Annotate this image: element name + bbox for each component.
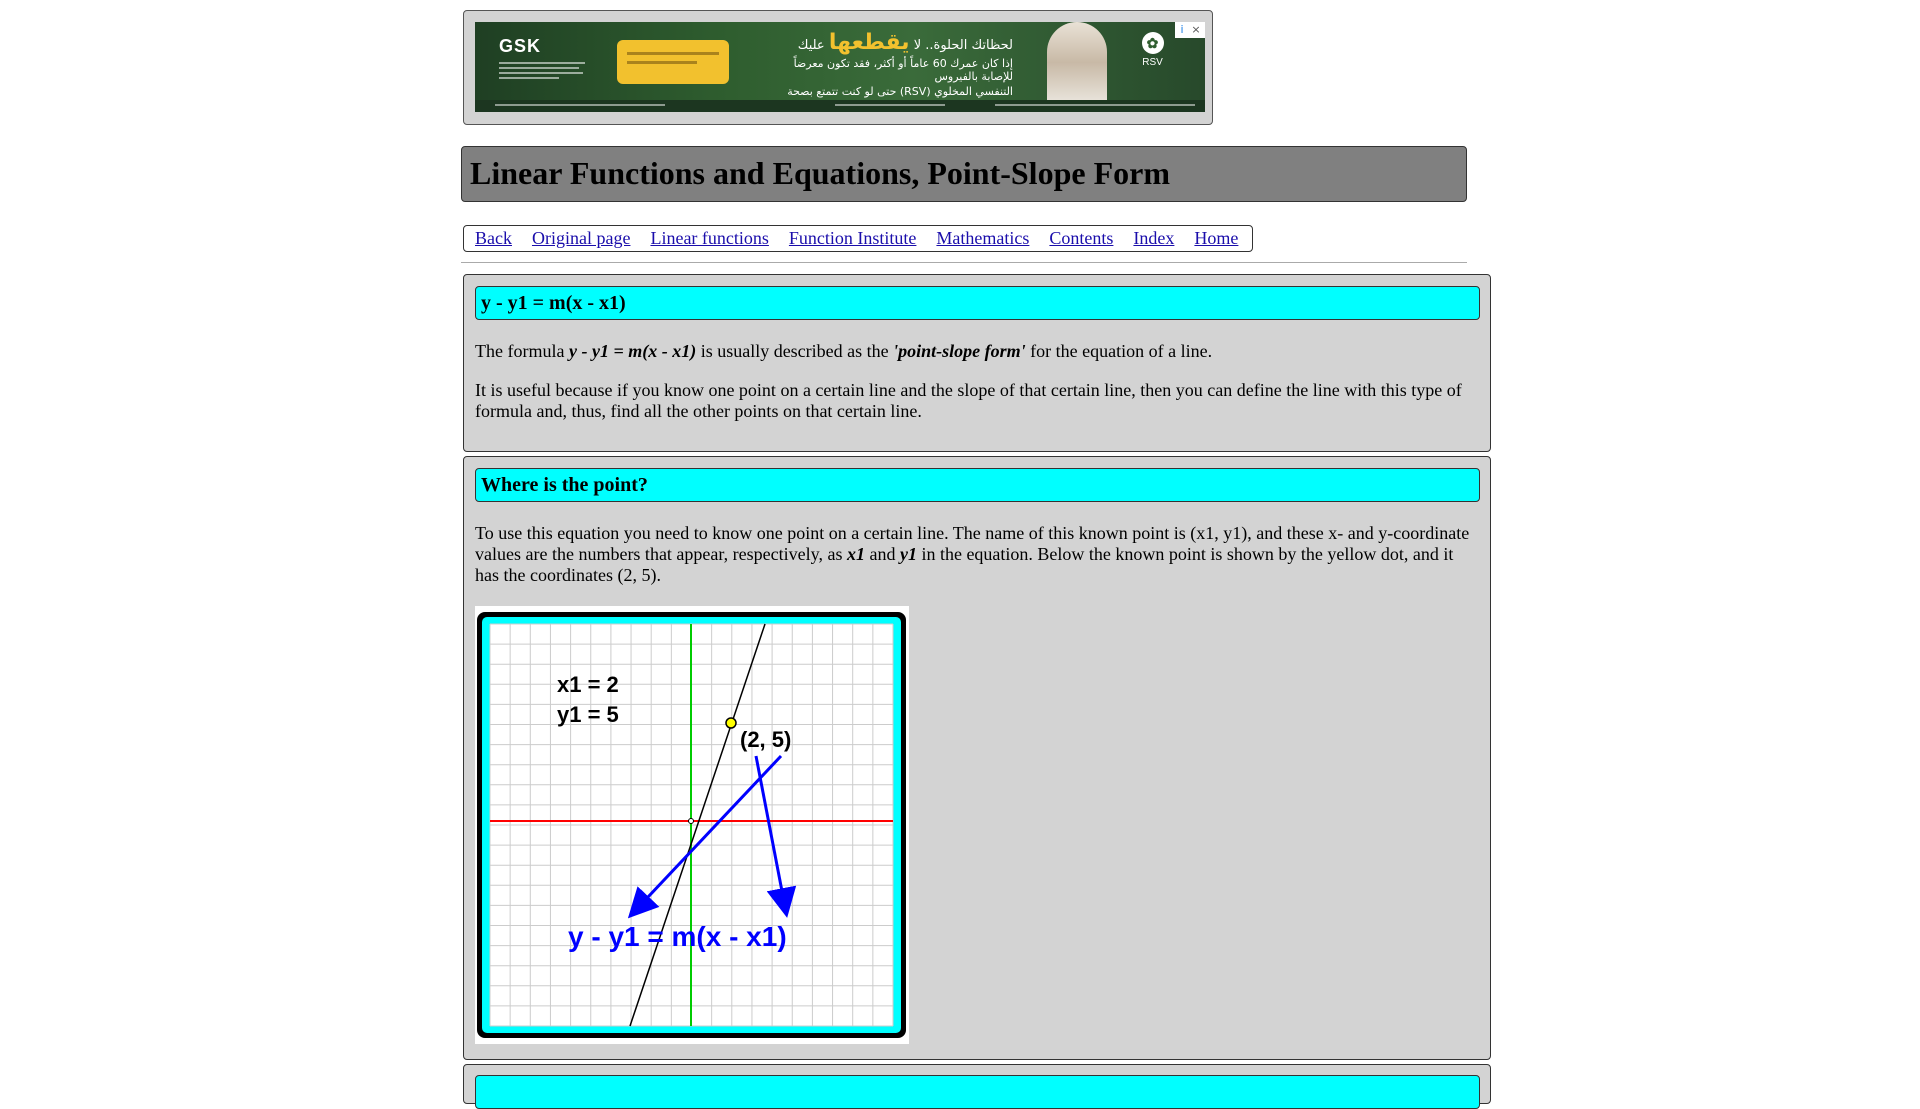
section-heading: y - y1 = m(x - x1) (481, 292, 626, 314)
paragraph: It is useful because if you know one poi… (475, 380, 1462, 421)
origin-marker (688, 818, 694, 824)
paragraph: To use this equation you need to know on… (475, 523, 1480, 586)
ad-footer (475, 100, 1205, 112)
term: 'point-slope form' (893, 341, 1026, 361)
ad-rsv-logo: ✿ RSV (1115, 32, 1190, 88)
nav-link-function-institute[interactable]: Function Institute (789, 228, 917, 249)
ad-info-icon[interactable]: i (1175, 22, 1189, 38)
gsk-logo: GSK (499, 36, 542, 56)
page-title: Linear Functions and Equations, Point-Sl… (470, 155, 1170, 191)
nav-link-back[interactable]: Back (475, 228, 512, 249)
text: is usually described as the (696, 341, 894, 361)
nav-link-original-page[interactable]: Original page (532, 228, 630, 249)
formula: y - y1 = m(x - x1) (568, 341, 697, 361)
x1-label: x1 = 2 (557, 672, 619, 697)
divider (461, 262, 1467, 263)
rsv-badge-icon: ✿ (1141, 32, 1164, 54)
nav-link-mathematics[interactable]: Mathematics (936, 228, 1029, 249)
nav-link-linear-functions[interactable]: Linear functions (650, 228, 768, 249)
x1-term: x1 (846, 544, 865, 564)
section-where-is-point: Where is the point? To use this equation… (463, 456, 1491, 1060)
paragraph: The formula y - y1 = m(x - x1) is usuall… (475, 341, 1480, 362)
graph-image: x1 = 2 y1 = 5 (2, 5) y - y1 = m(x - x1) (477, 612, 906, 1038)
ad-fine-print (499, 62, 585, 82)
equation-label: y - y1 = m(x - x1) (568, 921, 787, 952)
known-point (725, 717, 737, 729)
ad-person-image (1047, 22, 1107, 112)
next-section (463, 1064, 1491, 1109)
ad-cta-button[interactable] (617, 40, 729, 84)
nav-link-home[interactable]: Home (1194, 228, 1238, 249)
close-icon[interactable]: × (1189, 22, 1203, 38)
ad-headline-prefix: لحظاتك الحلوة.. لا (913, 38, 1013, 53)
ad-headline-highlight: يقطعها (828, 30, 910, 55)
nav-link-contents[interactable]: Contents (1049, 228, 1113, 249)
section-header (475, 1075, 1480, 1109)
point-label: (2, 5) (740, 727, 791, 752)
section-header: Where is the point? (475, 468, 1480, 502)
section-point-slope: y - y1 = m(x - x1) The formula y - y1 = … (463, 274, 1491, 452)
ad-banner[interactable]: GSK لحظاتك الحلوة.. لا يقطعها عليك إذا ك… (463, 10, 1213, 125)
nav-link-index[interactable]: Index (1133, 228, 1174, 249)
nav-bar: Back Original page Linear functions Func… (463, 225, 1253, 252)
ad-line-2: إذا كان عمرك 60 عاماً أو أكثر، فقد تكون … (793, 57, 1013, 83)
text: The formula (475, 341, 569, 361)
ad-headline-suffix: عليك (797, 38, 825, 53)
text: and (864, 544, 900, 564)
ad-choices[interactable]: i × (1175, 22, 1205, 38)
text: for the equation of a line. (1025, 341, 1213, 361)
ad-headline: لحظاتك الحلوة.. لا يقطعها عليك إذا كان ع… (763, 30, 1013, 111)
section-header: y - y1 = m(x - x1) (475, 286, 1480, 320)
section-heading: Where is the point? (481, 474, 648, 496)
y1-label: y1 = 5 (557, 702, 619, 727)
ad-rsv-label: RSV (1142, 57, 1163, 68)
ad-content[interactable]: GSK لحظاتك الحلوة.. لا يقطعها عليك إذا ك… (475, 22, 1205, 112)
page-title-box: Linear Functions and Equations, Point-Sl… (461, 146, 1467, 202)
ad-brand-block: GSK (499, 36, 585, 94)
point-slope-figure: x1 = 2 y1 = 5 (2, 5) y - y1 = m(x - x1) (475, 606, 909, 1044)
y1-term: y1 (899, 544, 917, 564)
